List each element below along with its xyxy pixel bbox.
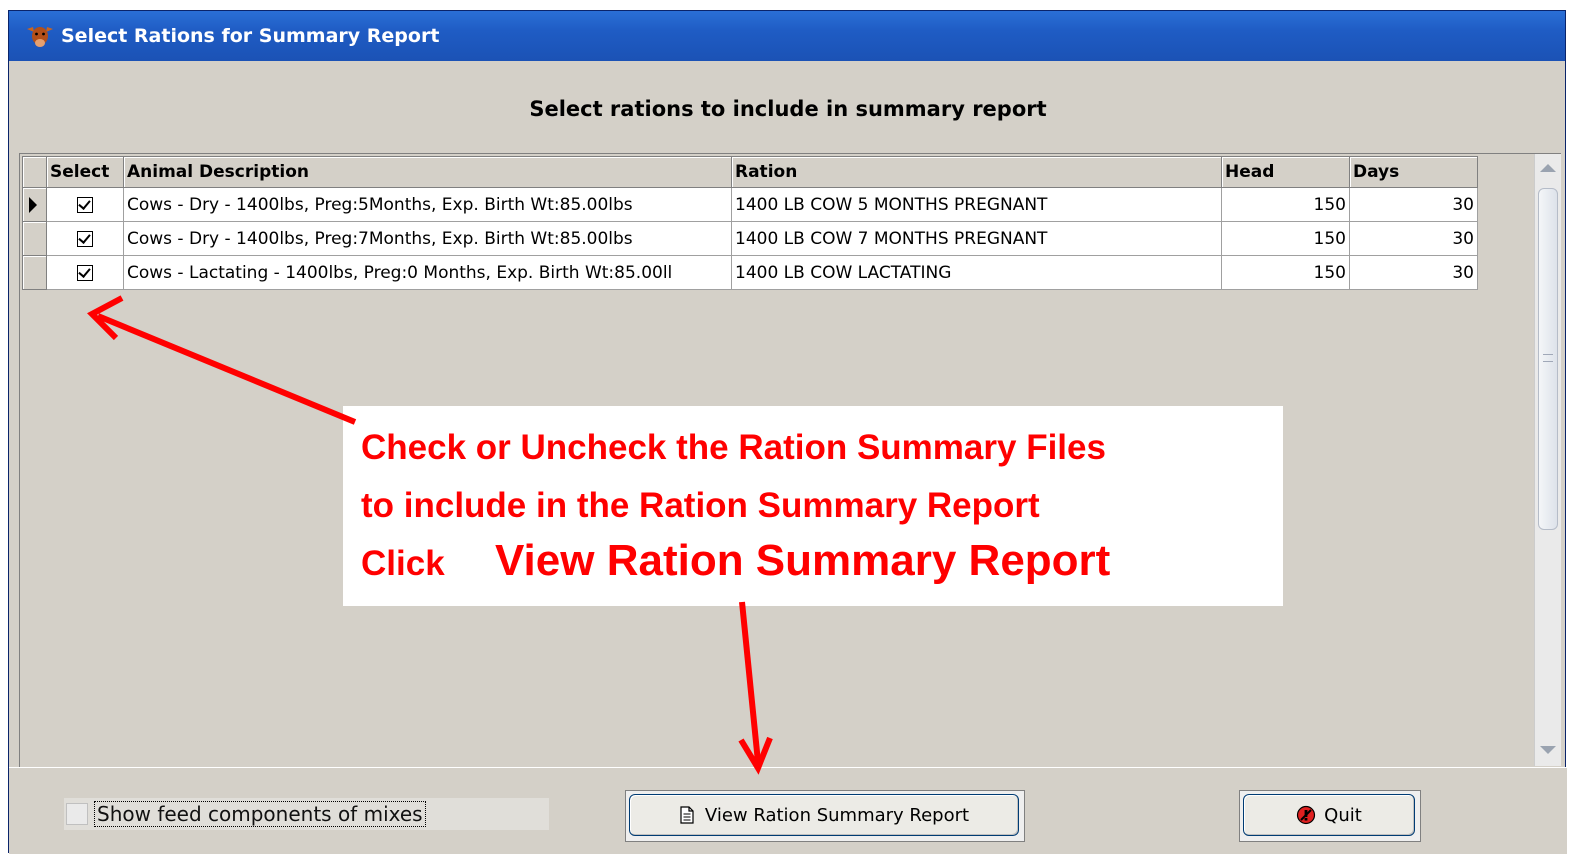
- select-cell[interactable]: [46, 187, 124, 222]
- grid-header-row: Select Animal Description Ration Head Da…: [22, 156, 1478, 188]
- title-bar: Select Rations for Summary Report: [9, 11, 1565, 61]
- window-title: Select Rations for Summary Report: [61, 25, 440, 47]
- header-head[interactable]: Head: [1221, 156, 1350, 188]
- vertical-scrollbar[interactable]: [1534, 154, 1561, 766]
- row-select-checkbox[interactable]: [77, 230, 93, 247]
- row-indicator[interactable]: [22, 221, 47, 256]
- callout-line-2: to include in the Ration Summary Report: [361, 486, 1040, 525]
- header-indicator-cell: [22, 156, 47, 188]
- bottom-bar: Show feed components of mixes View Ratio…: [9, 767, 1567, 854]
- view-button-label: View Ration Summary Report: [704, 804, 970, 826]
- scroll-down-icon[interactable]: [1540, 746, 1556, 754]
- ration-cell[interactable]: 1400 LB COW 5 MONTHS PREGNANT: [731, 187, 1222, 222]
- callout-line-3a: Click: [361, 544, 445, 583]
- table-row[interactable]: Cows - Lactating - 1400lbs, Preg:0 Month…: [22, 255, 1478, 290]
- row-select-checkbox[interactable]: [77, 196, 93, 213]
- animal-description-cell[interactable]: Cows - Dry - 1400lbs, Preg:7Months, Exp.…: [123, 221, 732, 256]
- view-ration-summary-report-button[interactable]: View Ration Summary Report: [629, 794, 1019, 836]
- header-select[interactable]: Select: [46, 156, 124, 188]
- animal-description-cell[interactable]: Cows - Dry - 1400lbs, Preg:5Months, Exp.…: [123, 187, 732, 222]
- row-indicator[interactable]: [22, 187, 47, 222]
- row-indicator[interactable]: [22, 255, 47, 290]
- callout-line-1: Check or Uncheck the Ration Summary File…: [361, 428, 1106, 467]
- select-cell[interactable]: [46, 255, 124, 290]
- row-select-checkbox[interactable]: [77, 264, 93, 281]
- header-animal-description[interactable]: Animal Description: [123, 156, 732, 188]
- scrollbar-thumb[interactable]: [1538, 188, 1558, 530]
- show-feed-components-toggle[interactable]: Show feed components of mixes: [64, 798, 549, 830]
- rations-grid: Select Animal Description Ration Head Da…: [22, 156, 1478, 290]
- head-cell[interactable]: 150: [1221, 221, 1350, 256]
- cow-icon: [23, 21, 57, 51]
- stop-icon: [1296, 805, 1316, 825]
- ration-cell[interactable]: 1400 LB COW 7 MONTHS PREGNANT: [731, 221, 1222, 256]
- header-ration[interactable]: Ration: [731, 156, 1222, 188]
- select-cell[interactable]: [46, 221, 124, 256]
- document-icon: [679, 806, 695, 824]
- current-row-arrow-icon: [29, 196, 37, 213]
- show-feed-label[interactable]: Show feed components of mixes: [94, 801, 426, 827]
- days-cell[interactable]: 30: [1349, 255, 1478, 290]
- animal-description-cell[interactable]: Cows - Lactating - 1400lbs, Preg:0 Month…: [123, 255, 732, 290]
- quit-button-label: Quit: [1324, 804, 1362, 826]
- grip-icon: [1543, 354, 1553, 362]
- instruction-callout: Check or Uncheck the Ration Summary File…: [343, 406, 1283, 606]
- table-row[interactable]: Cows - Dry - 1400lbs, Preg:5Months, Exp.…: [22, 187, 1478, 222]
- page-heading: Select rations to include in summary rep…: [529, 97, 1047, 121]
- days-cell[interactable]: 30: [1349, 221, 1478, 256]
- scroll-up-icon[interactable]: [1540, 164, 1556, 172]
- quit-button[interactable]: Quit: [1243, 794, 1415, 836]
- head-cell[interactable]: 150: [1221, 255, 1350, 290]
- callout-line-3b: View Ration Summary Report: [495, 536, 1111, 585]
- show-feed-checkbox[interactable]: [66, 803, 88, 825]
- days-cell[interactable]: 30: [1349, 187, 1478, 222]
- table-row[interactable]: Cows - Dry - 1400lbs, Preg:7Months, Exp.…: [22, 221, 1478, 256]
- head-cell[interactable]: 150: [1221, 187, 1350, 222]
- header-days[interactable]: Days: [1349, 156, 1478, 188]
- ration-cell[interactable]: 1400 LB COW LACTATING: [731, 255, 1222, 290]
